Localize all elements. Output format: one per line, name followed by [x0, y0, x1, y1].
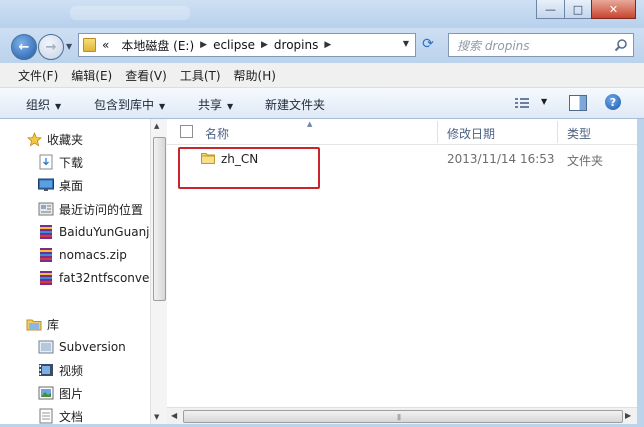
menu-bar: 文件(F) 编辑(E) 查看(V) 工具(T) 帮助(H) [0, 63, 644, 88]
video-icon [38, 362, 54, 378]
refresh-icon[interactable]: ⟳ [418, 36, 438, 54]
folder-icon [83, 38, 96, 52]
archive-icon [38, 224, 54, 240]
breadcrumb-separator[interactable]: ▶ [261, 40, 268, 50]
navigation-pane: 收藏夹 下载 桌面 最近访问的位置 BaiduYunGuanji nomacs.… [0, 119, 150, 427]
nav-recent[interactable]: 最近访问的位置 [38, 198, 143, 220]
recent-places-icon [38, 201, 54, 217]
scroll-down-arrow-icon[interactable]: ▼ [154, 413, 159, 421]
include-library-button[interactable]: 包含到库中 ▼ [94, 96, 165, 113]
nav-item-fat32ntfs[interactable]: fat32ntfsconver [38, 267, 150, 289]
nav-item-label: fat32ntfsconver [59, 271, 150, 285]
recent-pages-dropdown[interactable]: ▼ [66, 42, 72, 51]
file-type: 文件夹 [567, 154, 604, 168]
minimize-button[interactable]: — [536, 0, 565, 19]
nav-downloads-label: 下载 [59, 155, 84, 170]
select-all-checkbox[interactable] [180, 125, 193, 138]
nav-libraries[interactable]: 库 [26, 313, 59, 335]
scroll-left-arrow-icon[interactable]: ◀ [171, 411, 177, 420]
nav-lib-subversion[interactable]: Subversion [38, 336, 126, 358]
back-button[interactable]: ← [11, 34, 37, 60]
address-bar-area: ← → ▼ « 本地磁盘 (E:) ▶ eclipse ▶ dropins ▶ … [0, 28, 644, 62]
archive-icon [38, 270, 54, 286]
column-header-row: ▲ 名称 修改日期 类型 [167, 119, 637, 145]
nav-downloads[interactable]: 下载 [38, 151, 83, 173]
desktop-icon [38, 177, 54, 193]
star-icon [26, 131, 42, 147]
close-button[interactable]: ✕ [591, 0, 636, 19]
nav-desktop[interactable]: 桌面 [38, 174, 83, 196]
breadcrumb-eclipse[interactable]: eclipse [207, 38, 261, 52]
breadcrumb-drive[interactable]: 本地磁盘 (E:) [115, 37, 200, 54]
column-divider[interactable] [557, 121, 558, 143]
nav-lib-label: 文档 [59, 409, 84, 424]
nav-lib-label: 视频 [59, 363, 84, 378]
breadcrumb-separator[interactable]: ▶ [200, 40, 207, 50]
organize-button[interactable]: 组织 ▼ [26, 96, 61, 113]
picture-icon [38, 385, 54, 401]
horizontal-scrollbar[interactable]: ◀ ||| ▶ [167, 407, 637, 425]
chevron-down-icon: ▼ [227, 102, 234, 111]
document-icon [38, 408, 54, 424]
column-divider[interactable] [437, 121, 438, 143]
horizontal-scroll-thumb[interactable]: ||| [183, 410, 623, 423]
grip-icon: ||| [397, 414, 401, 421]
command-toolbar: 组织 ▼ 包含到库中 ▼ 共享 ▼ 新建文件夹 ▼ ? [0, 88, 644, 119]
nav-item-nomacs[interactable]: nomacs.zip [38, 244, 127, 266]
help-icon[interactable]: ? [605, 94, 621, 110]
nav-lib-label: 图片 [59, 386, 84, 401]
nav-item-label: BaiduYunGuanji [59, 225, 150, 239]
column-header-name[interactable]: 名称 [205, 125, 229, 142]
file-date: 2013/11/14 16:53 [447, 152, 555, 166]
view-options-icon[interactable] [515, 97, 529, 109]
nav-item-label: nomacs.zip [59, 248, 127, 262]
chevron-down-icon: ▼ [55, 102, 62, 111]
archive-icon [38, 247, 54, 263]
column-header-type[interactable]: 类型 [567, 125, 591, 142]
share-label: 共享 [198, 98, 223, 112]
title-bar: — □ ✕ [0, 0, 644, 28]
nav-pane-scrollbar[interactable]: ▲ ▼ [150, 119, 167, 427]
subversion-library-icon [38, 339, 54, 355]
column-header-date[interactable]: 修改日期 [447, 125, 495, 142]
nav-libraries-label: 库 [47, 317, 60, 332]
forward-button[interactable]: → [38, 34, 64, 60]
forward-arrow-icon: → [45, 39, 57, 55]
breadcrumb-overflow[interactable]: « [96, 38, 115, 52]
address-dropdown-button[interactable]: ▼ [403, 39, 409, 48]
nav-lib-pictures[interactable]: 图片 [38, 382, 83, 404]
highlight-annotation [178, 147, 320, 189]
back-arrow-icon: ← [18, 39, 30, 55]
nav-item-baiduyun[interactable]: BaiduYunGuanji [38, 221, 150, 243]
preview-pane-icon[interactable] [569, 95, 587, 111]
download-folder-icon [38, 154, 54, 170]
nav-lib-videos[interactable]: 视频 [38, 359, 83, 381]
nav-recent-label: 最近访问的位置 [59, 202, 144, 217]
breadcrumb-dropins[interactable]: dropins [268, 38, 324, 52]
window-frame-right [637, 119, 644, 427]
nav-favorites-label: 收藏夹 [47, 132, 84, 147]
window-title-blurred [70, 6, 190, 20]
new-folder-button[interactable]: 新建文件夹 [265, 96, 325, 113]
view-dropdown-button[interactable]: ▼ [541, 97, 547, 106]
search-icon[interactable] [614, 38, 628, 52]
share-button[interactable]: 共享 ▼ [198, 96, 233, 113]
search-input[interactable]: 搜索 dropins [449, 37, 530, 54]
nav-scroll-thumb[interactable] [153, 137, 166, 301]
breadcrumb-separator[interactable]: ▶ [324, 40, 331, 50]
nav-lib-label: Subversion [59, 340, 126, 354]
nav-desktop-label: 桌面 [59, 178, 84, 193]
menu-help[interactable]: 帮助(H) [216, 67, 283, 84]
library-icon [26, 316, 42, 332]
scroll-right-arrow-icon[interactable]: ▶ [625, 411, 631, 420]
sort-up-icon: ▲ [307, 120, 313, 128]
include-library-label: 包含到库中 [94, 98, 155, 112]
search-box[interactable]: 搜索 dropins [448, 33, 634, 57]
maximize-button[interactable]: □ [564, 0, 592, 19]
chevron-down-icon: ▼ [159, 102, 166, 111]
scroll-up-arrow-icon[interactable]: ▲ [154, 122, 159, 130]
nav-favorites[interactable]: 收藏夹 [26, 128, 83, 150]
address-box[interactable]: « 本地磁盘 (E:) ▶ eclipse ▶ dropins ▶ ▼ [78, 33, 416, 57]
organize-label: 组织 [26, 98, 51, 112]
